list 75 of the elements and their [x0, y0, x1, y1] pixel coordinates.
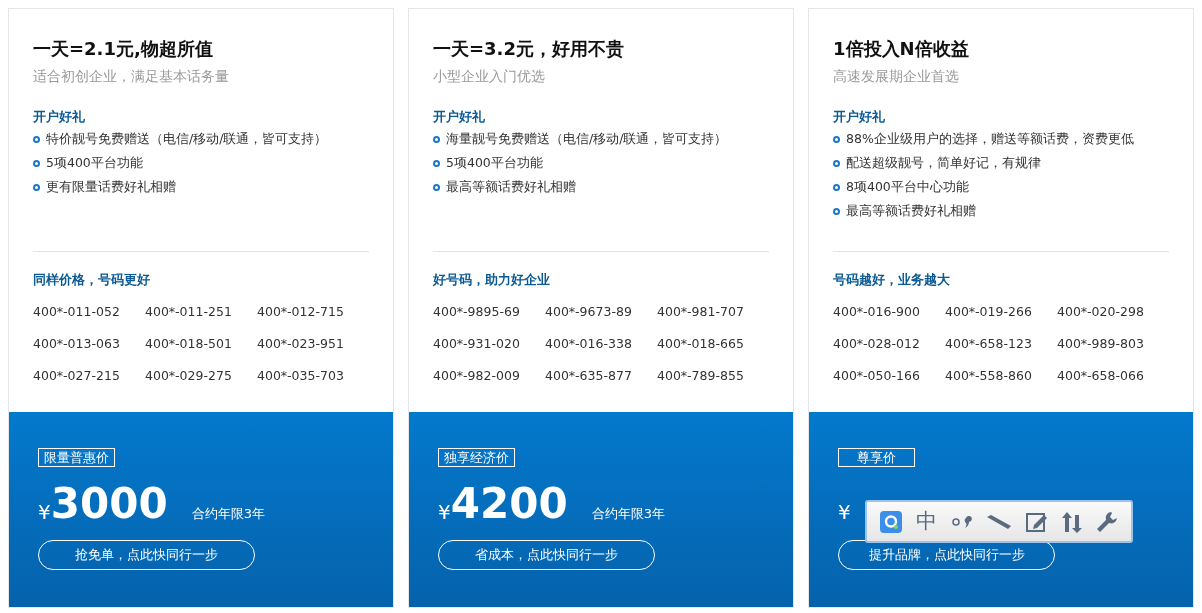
- gift-heading: 开户好礼: [833, 108, 886, 126]
- numbers-heading: 同样价格，号码更好: [33, 271, 151, 289]
- gift-item: 更有限量话费好礼相赠: [46, 177, 176, 196]
- edit-icon[interactable]: [1026, 510, 1049, 533]
- phone-number: 400*-658-066: [1057, 366, 1144, 385]
- bullet-icon: [833, 207, 840, 215]
- plan-subtitle: 高速发展期企业首选: [833, 67, 960, 86]
- phone-number: 400*-035-703: [257, 366, 344, 385]
- punctuation-icon[interactable]: [950, 514, 973, 529]
- gift-item: 特价靓号免费赠送（电信/移动/联通，皆可支持）: [46, 129, 328, 148]
- input-mode-toggle[interactable]: 中: [915, 511, 937, 532]
- price-badge: 尊享价: [838, 448, 915, 467]
- phone-number: 400*-9673-89: [545, 302, 632, 321]
- price-amount: 3000: [50, 479, 168, 529]
- bullet-icon: [433, 159, 440, 167]
- phone-number: 400*-011-251: [145, 302, 232, 321]
- phone-number: 400*-012-715: [257, 302, 344, 321]
- plan-title: 一天=2.1元,物超所值: [33, 37, 214, 61]
- phone-number: 400*-016-338: [545, 334, 632, 353]
- phone-number: 400*-011-052: [33, 302, 120, 321]
- gift-item: 海量靓号免费赠送（电信/移动/联通，皆可支持）: [446, 129, 728, 148]
- gift-item: 88%企业级用户的选择，赠送等额话费，资费更低: [846, 129, 1134, 148]
- phone-number: 400*-029-275: [145, 366, 232, 385]
- phone-number: 400*-050-166: [833, 366, 920, 385]
- phone-number: 400*-018-665: [657, 334, 744, 353]
- price-badge: 限量普惠价: [38, 448, 115, 467]
- phone-number: 400*-013-063: [33, 334, 120, 353]
- bullet-icon: [833, 159, 840, 167]
- plan-subtitle: 适合初创企业，满足基本话务量: [33, 67, 230, 86]
- phone-number: 400*-981-707: [657, 302, 744, 321]
- gift-item: 5项400平台功能: [446, 153, 543, 172]
- gift-heading: 开户好礼: [33, 108, 86, 126]
- phone-number: 400*-028-012: [833, 334, 920, 353]
- phone-number: 400*-635-877: [545, 366, 632, 385]
- phone-number: 400*-789-855: [657, 366, 744, 385]
- numbers-heading: 号码越好，业务越大: [833, 271, 951, 289]
- phone-number: 400*-9895-69: [433, 302, 520, 321]
- gift-item: 最高等额话费好礼相赠: [446, 177, 576, 196]
- bullet-icon: [833, 135, 840, 143]
- bullet-icon: [33, 183, 40, 191]
- plan-title: 1倍投入N倍收益: [833, 37, 970, 61]
- phone-number: 400*-019-266: [945, 302, 1032, 321]
- gift-item: 8项400平台中心功能: [846, 177, 969, 196]
- gift-heading: 开户好礼: [433, 108, 486, 126]
- contract-term: 合约年限3年: [191, 504, 265, 523]
- bullet-icon: [33, 159, 40, 167]
- phone-number: 400*-658-123: [945, 334, 1032, 353]
- bullet-icon: [33, 135, 40, 143]
- gift-item: 5项400平台功能: [46, 153, 143, 172]
- bullet-icon: [833, 183, 840, 191]
- phone-number: 400*-989-803: [1057, 334, 1144, 353]
- currency-symbol: ¥: [38, 499, 51, 525]
- currency-symbol: ¥: [438, 499, 451, 525]
- phone-number: 400*-982-009: [433, 366, 520, 385]
- phone-number: 400*-931-020: [433, 334, 520, 353]
- wrench-icon[interactable]: [1096, 510, 1118, 533]
- price-amount: 4200: [450, 479, 568, 529]
- phone-number: 400*-018-501: [145, 334, 232, 353]
- currency-symbol: ¥: [838, 499, 851, 525]
- app-logo-icon[interactable]: [879, 510, 902, 533]
- phone-number: 400*-023-951: [257, 334, 344, 353]
- numbers-heading: 好号码，助力好企业: [433, 271, 551, 289]
- phone-number: 400*-558-860: [945, 366, 1032, 385]
- contract-term: 合约年限3年: [591, 504, 665, 523]
- sort-icon[interactable]: [1062, 510, 1083, 533]
- plan-title: 一天=3.2元，好用不贵: [433, 37, 625, 61]
- gift-item: 配送超级靓号，简单好记，有规律: [846, 153, 1041, 172]
- price-badge: 独享经济价: [438, 448, 515, 467]
- phone-number: 400*-016-900: [833, 302, 920, 321]
- gift-item: 最高等额话费好礼相赠: [846, 201, 976, 220]
- plan-subtitle: 小型企业入门优选: [433, 67, 546, 86]
- bullet-icon: [433, 183, 440, 191]
- phone-number: 400*-020-298: [1057, 302, 1144, 321]
- bullet-icon: [433, 135, 440, 143]
- phone-number: 400*-027-215: [33, 366, 120, 385]
